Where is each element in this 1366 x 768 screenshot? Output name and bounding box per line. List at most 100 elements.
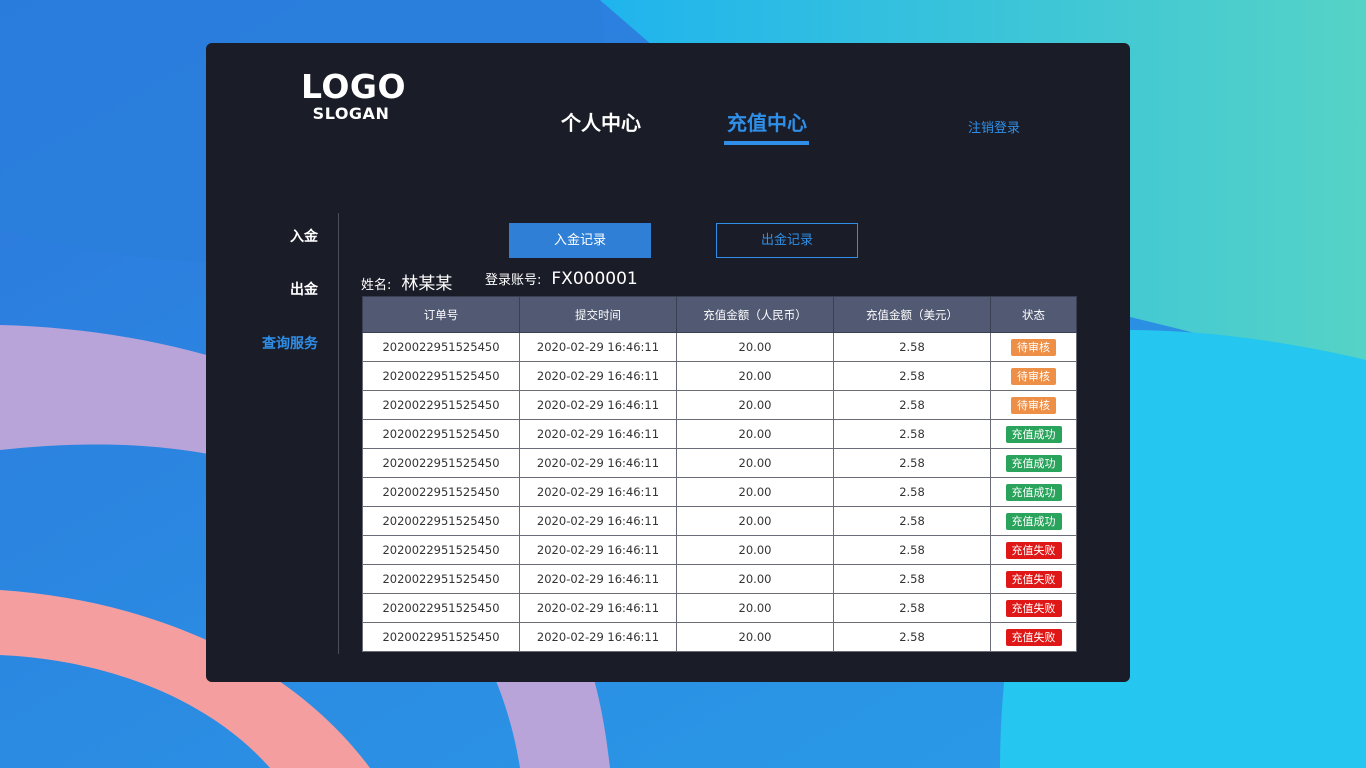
user-name-label: 姓名: — [361, 278, 392, 293]
amount-usd-cell: 2.58 — [833, 448, 991, 478]
submit-time-cell: 2020-02-29 16:46:11 — [519, 332, 677, 362]
amount-usd-cell: 2.58 — [833, 361, 991, 391]
amount-cny-cell: 20.00 — [676, 448, 834, 478]
table-row: 2020022951525450 2020-02-29 16:46:11 20.00… — [362, 361, 1077, 391]
order-number-cell: 2020022951525450 — [362, 361, 520, 391]
tab-recharge-center[interactable]: 充值中心 — [727, 107, 807, 136]
status-cell: 充值成功 — [990, 477, 1077, 507]
order-number-cell: 2020022951525450 — [362, 448, 520, 478]
status-badge: 充值失败 — [1005, 628, 1062, 646]
tab-personal-center[interactable]: 个人中心 — [561, 107, 641, 136]
amount-cny-cell: 20.00 — [676, 477, 834, 507]
submit-time-cell: 2020-02-29 16:46:11 — [519, 535, 677, 565]
status-badge: 充值成功 — [1005, 454, 1062, 472]
table-row: 2020022951525450 2020-02-29 16:46:11 20.00… — [362, 506, 1077, 536]
amount-cny-cell: 20.00 — [676, 622, 834, 652]
withdraw-records-button[interactable]: 出金记录 — [716, 223, 858, 258]
amount-usd-cell: 2.58 — [833, 390, 991, 420]
status-badge: 充值失败 — [1005, 570, 1062, 588]
status-cell: 充值成功 — [990, 506, 1077, 536]
logo-text: LOGO — [301, 67, 407, 106]
order-number-cell: 2020022951525450 — [362, 419, 520, 449]
order-number-cell: 2020022951525450 — [362, 535, 520, 565]
user-account-value: FX000001 — [551, 269, 638, 289]
status-badge: 充值成功 — [1005, 512, 1062, 530]
status-badge: 充值成功 — [1005, 425, 1062, 443]
header-amount-usd: 充值金额（美元） — [833, 296, 991, 333]
table-row: 2020022951525450 2020-02-29 16:46:11 20.00… — [362, 535, 1077, 565]
amount-usd-cell: 2.58 — [833, 622, 991, 652]
order-number-cell: 2020022951525450 — [362, 564, 520, 594]
table-row: 2020022951525450 2020-02-29 16:46:11 20.00… — [362, 477, 1077, 507]
amount-usd-cell: 2.58 — [833, 477, 991, 507]
logo: LOGO SLOGAN — [301, 67, 407, 123]
amount-usd-cell: 2.58 — [833, 506, 991, 536]
amount-usd-cell: 2.58 — [833, 419, 991, 449]
user-account-field: 登录账号: FX000001 — [485, 269, 638, 289]
order-number-cell: 2020022951525450 — [362, 390, 520, 420]
amount-usd-cell: 2.58 — [833, 564, 991, 594]
sidebar-item-query-service[interactable]: 查询服务 — [262, 333, 318, 353]
amount-usd-cell: 2.58 — [833, 593, 991, 623]
table-row: 2020022951525450 2020-02-29 16:46:11 20.00… — [362, 390, 1077, 420]
submit-time-cell: 2020-02-29 16:46:11 — [519, 593, 677, 623]
amount-usd-cell: 2.58 — [833, 535, 991, 565]
submit-time-cell: 2020-02-29 16:46:11 — [519, 390, 677, 420]
header-amount-cny: 充值金额（人民币） — [676, 296, 834, 333]
status-badge: 待审核 — [1011, 367, 1056, 385]
amount-cny-cell: 20.00 — [676, 419, 834, 449]
order-number-cell: 2020022951525450 — [362, 506, 520, 536]
submit-time-cell: 2020-02-29 16:46:11 — [519, 564, 677, 594]
status-cell: 待审核 — [990, 332, 1077, 362]
order-number-cell: 2020022951525450 — [362, 593, 520, 623]
status-cell: 充值成功 — [990, 448, 1077, 478]
status-cell: 充值成功 — [990, 419, 1077, 449]
submit-time-cell: 2020-02-29 16:46:11 — [519, 506, 677, 536]
deposit-records-button[interactable]: 入金记录 — [509, 223, 651, 258]
status-badge: 充值成功 — [1005, 483, 1062, 501]
status-badge: 待审核 — [1011, 338, 1056, 356]
status-badge: 充值失败 — [1005, 599, 1062, 617]
submit-time-cell: 2020-02-29 16:46:11 — [519, 361, 677, 391]
amount-cny-cell: 20.00 — [676, 593, 834, 623]
header-status: 状态 — [990, 296, 1077, 333]
amount-cny-cell: 20.00 — [676, 332, 834, 362]
sidebar-item-withdraw[interactable]: 出金 — [290, 279, 318, 299]
status-cell: 充值失败 — [990, 593, 1077, 623]
records-table: 订单号 提交时间 充值金额（人民币） 充值金额（美元） 状态 202002295… — [362, 296, 1077, 652]
order-number-cell: 2020022951525450 — [362, 332, 520, 362]
status-cell: 充值失败 — [990, 564, 1077, 594]
user-account-label: 登录账号: — [485, 273, 542, 288]
sidebar-item-deposit[interactable]: 入金 — [290, 226, 318, 246]
submit-time-cell: 2020-02-29 16:46:11 — [519, 419, 677, 449]
status-badge: 待审核 — [1011, 396, 1056, 414]
submit-time-cell: 2020-02-29 16:46:11 — [519, 622, 677, 652]
table-row: 2020022951525450 2020-02-29 16:46:11 20.00… — [362, 564, 1077, 594]
order-number-cell: 2020022951525450 — [362, 477, 520, 507]
table-row: 2020022951525450 2020-02-29 16:46:11 20.00… — [362, 448, 1077, 478]
status-cell: 充值失败 — [990, 535, 1077, 565]
sidebar-divider — [338, 213, 339, 654]
amount-cny-cell: 20.00 — [676, 535, 834, 565]
logo-slogan: SLOGAN — [312, 104, 390, 123]
status-cell: 待审核 — [990, 390, 1077, 420]
status-cell: 待审核 — [990, 361, 1077, 391]
amount-cny-cell: 20.00 — [676, 506, 834, 536]
header-order-no: 订单号 — [362, 296, 520, 333]
submit-time-cell: 2020-02-29 16:46:11 — [519, 477, 677, 507]
table-header-row: 订单号 提交时间 充值金额（人民币） 充值金额（美元） 状态 — [362, 296, 1077, 333]
status-cell: 充值失败 — [990, 622, 1077, 652]
user-name-value: 林某某 — [401, 274, 453, 294]
logout-link[interactable]: 注销登录 — [968, 117, 1020, 136]
table-row: 2020022951525450 2020-02-29 16:46:11 20.00… — [362, 593, 1077, 623]
amount-usd-cell: 2.58 — [833, 332, 991, 362]
main-panel: LOGO SLOGAN 个人中心 充值中心 注销登录 入金 出金 查询服务 入金… — [206, 43, 1130, 682]
submit-time-cell: 2020-02-29 16:46:11 — [519, 448, 677, 478]
user-name-field: 姓名: 林某某 — [361, 269, 452, 294]
amount-cny-cell: 20.00 — [676, 390, 834, 420]
amount-cny-cell: 20.00 — [676, 564, 834, 594]
table-row: 2020022951525450 2020-02-29 16:46:11 20.00… — [362, 332, 1077, 362]
status-badge: 充值失败 — [1005, 541, 1062, 559]
header-submit-time: 提交时间 — [519, 296, 677, 333]
amount-cny-cell: 20.00 — [676, 361, 834, 391]
